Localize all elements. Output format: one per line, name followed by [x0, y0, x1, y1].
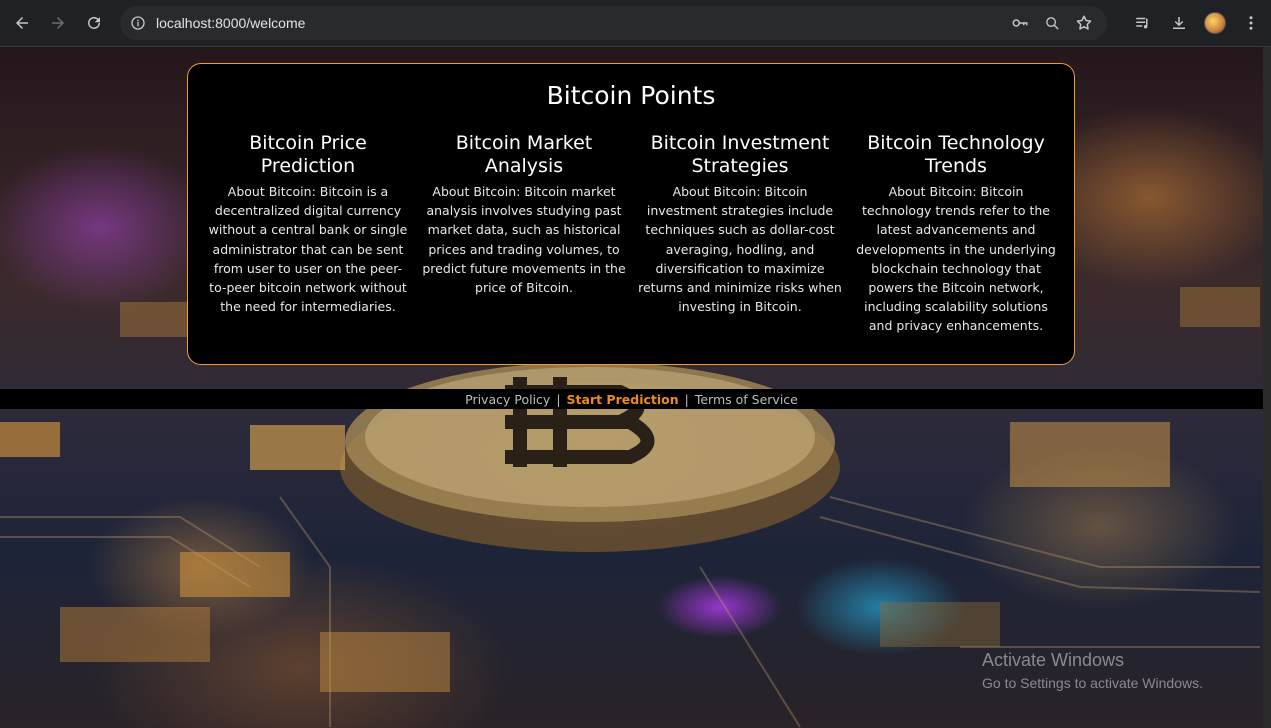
- profile-avatar[interactable]: [1201, 9, 1229, 37]
- start-prediction-link[interactable]: Start Prediction: [567, 392, 679, 407]
- bookmark-star-icon[interactable]: [1071, 10, 1097, 36]
- forward-button[interactable]: [40, 5, 76, 41]
- terms-of-service-link[interactable]: Terms of Service: [695, 392, 798, 407]
- point-heading: Bitcoin Investment Strategies: [650, 132, 830, 177]
- point-heading: Bitcoin Technology Trends: [867, 132, 1045, 177]
- arrow-right-icon: [52, 17, 64, 29]
- browser-toolbar: localhost:8000/welcome: [0, 0, 1271, 47]
- media-queue-icon[interactable]: [1129, 9, 1157, 37]
- point-column: Bitcoin Technology Trends About Bitcoin:…: [848, 132, 1064, 336]
- points-columns: Bitcoin Price Prediction About Bitcoin: …: [200, 132, 1064, 336]
- page-scrollbar[interactable]: [1263, 47, 1271, 728]
- windows-activation-watermark: Activate Windows Go to Settings to activ…: [982, 650, 1203, 691]
- back-button[interactable]: [4, 5, 40, 41]
- zoom-icon[interactable]: [1039, 10, 1065, 36]
- privacy-policy-link[interactable]: Privacy Policy: [465, 392, 550, 407]
- page-background: Bitcoin Points Bitcoin Price Prediction …: [0, 47, 1263, 728]
- point-text: About Bitcoin: Bitcoin market analysis i…: [422, 184, 626, 296]
- point-column: Bitcoin Market Analysis About Bitcoin: B…: [416, 132, 632, 336]
- point-column: Bitcoin Investment Strategies About Bitc…: [632, 132, 848, 336]
- footer-separator: |: [556, 391, 561, 407]
- url-text[interactable]: localhost:8000/welcome: [156, 15, 305, 31]
- footer-separator: |: [684, 391, 689, 407]
- reload-icon: [88, 16, 100, 29]
- arrow-left-icon: [16, 17, 28, 29]
- reload-button[interactable]: [76, 5, 112, 41]
- point-heading: Bitcoin Market Analysis: [455, 132, 593, 177]
- point-text: About Bitcoin: Bitcoin investment strate…: [638, 184, 842, 315]
- menu-dots-icon[interactable]: [1237, 9, 1265, 37]
- address-bar[interactable]: localhost:8000/welcome: [120, 6, 1107, 40]
- site-info-icon[interactable]: [120, 6, 156, 40]
- bitcoin-points-card: Bitcoin Points Bitcoin Price Prediction …: [187, 63, 1075, 365]
- point-text: About Bitcoin: Bitcoin technology trends…: [856, 184, 1056, 334]
- point-heading: Bitcoin Price Prediction: [249, 132, 367, 177]
- download-icon[interactable]: [1165, 9, 1193, 37]
- watermark-subtitle: Go to Settings to activate Windows.: [982, 675, 1203, 691]
- password-key-icon[interactable]: [1007, 10, 1033, 36]
- point-text: About Bitcoin: Bitcoin is a decentralize…: [208, 184, 408, 315]
- watermark-title: Activate Windows: [982, 650, 1125, 670]
- footer-links-bar: Privacy Policy | Start Prediction | Term…: [0, 389, 1263, 409]
- avatar: [1204, 12, 1226, 34]
- card-title: Bitcoin Points: [546, 81, 716, 110]
- point-column: Bitcoin Price Prediction About Bitcoin: …: [200, 132, 416, 336]
